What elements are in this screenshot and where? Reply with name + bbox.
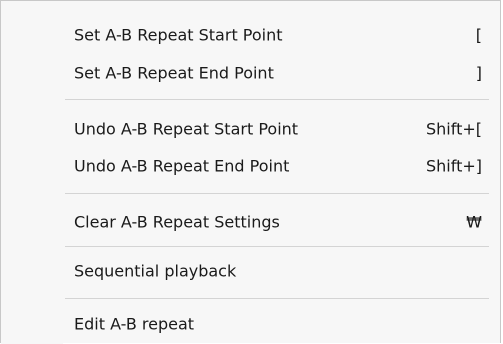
menu-item-clear-ab-settings[interactable]: Clear A-B Repeat Settings ₩ [1,202,500,242]
menu-separator [65,298,489,299]
menu-item-set-ab-end[interactable]: Set A-B Repeat End Point ] [1,53,500,93]
menu-item-label: Set A-B Repeat Start Point [74,25,283,45]
menu-item-sequential-playback[interactable]: Sequential playback [1,251,500,291]
menu-item-label: Sequential playback [74,261,237,281]
menu-separator [65,193,489,194]
menu-separator [65,99,489,100]
menu-item-shortcut: Shift+] [425,156,482,176]
menu-item-edit-ab-repeat[interactable]: Edit A-B repeat [1,304,500,344]
menu-separator [65,246,489,247]
menu-item-shortcut: ₩ [466,212,482,232]
menu-item-label: Undo A-B Repeat Start Point [74,119,299,139]
menu-item-label: Edit A-B repeat [74,314,195,334]
menu-item-shortcut: Shift+[ [425,119,482,139]
menu-item-label: Undo A-B Repeat End Point [74,156,290,176]
menu-item-shortcut: ] [475,63,482,83]
menu-item-shortcut: [ [475,25,482,45]
menu-item-set-ab-start[interactable]: Set A-B Repeat Start Point [ [1,15,500,55]
context-menu: Set A-B Repeat Start Point [ Set A-B Rep… [0,0,501,344]
menu-item-label: Clear A-B Repeat Settings [74,212,280,232]
menu-item-undo-ab-start[interactable]: Undo A-B Repeat Start Point Shift+[ [1,109,500,149]
menu-item-label: Set A-B Repeat End Point [74,63,274,83]
menu-item-undo-ab-end[interactable]: Undo A-B Repeat End Point Shift+] [1,146,500,186]
